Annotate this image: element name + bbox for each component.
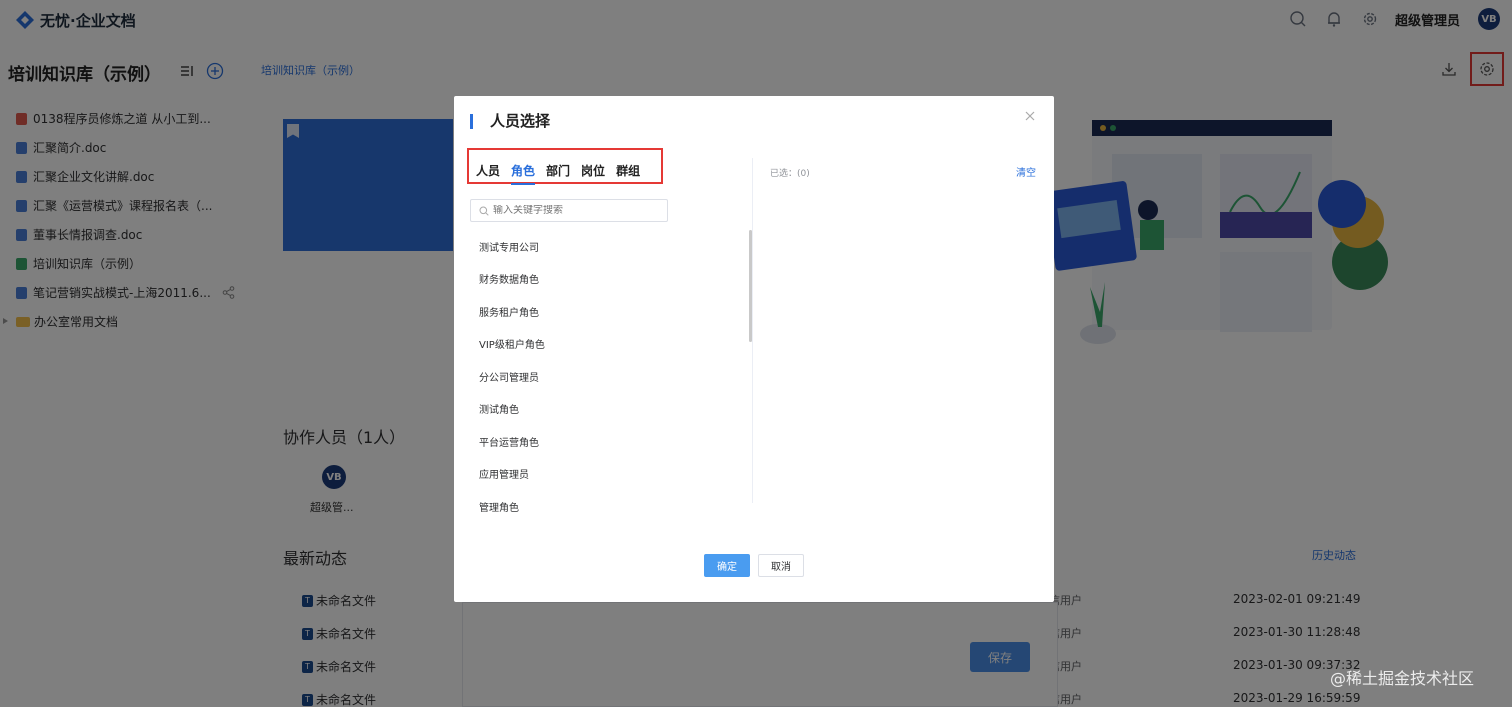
watermark: @稀土掘金技术社区 (1330, 669, 1475, 688)
close-icon[interactable] (1024, 110, 1036, 122)
role-item[interactable]: 应用管理员 (470, 458, 750, 491)
search-box[interactable] (470, 199, 668, 222)
tab-groups[interactable]: 群组 (616, 162, 640, 185)
person-select-dialog: 人员选择 人员 角色 部门 岗位 群组 测试专用公司 财务数据角色 服务租户角色… (454, 96, 1054, 602)
role-item[interactable]: 财务数据角色 (470, 263, 750, 296)
role-item[interactable]: 测试专用公司 (470, 230, 750, 263)
role-item[interactable]: 平台运营角色 (470, 425, 750, 458)
role-list: 测试专用公司 财务数据角色 服务租户角色 VIP级租户角色 分公司管理员 测试角… (470, 230, 750, 520)
clear-link[interactable]: 清空 (1016, 164, 1036, 179)
selected-count: 已选：(0) (770, 169, 810, 179)
tab-roles[interactable]: 角色 (511, 162, 536, 185)
panel-divider (752, 158, 753, 503)
search-input[interactable] (493, 205, 663, 216)
dialog-title: 人员选择 (490, 112, 551, 130)
cancel-button[interactable]: 取消 (758, 554, 804, 577)
type-tabs: 人员 角色 部门 岗位 群组 (476, 162, 640, 185)
role-item[interactable]: 管理角色 (470, 490, 750, 520)
tab-people[interactable]: 人员 (476, 162, 500, 185)
role-item[interactable]: 服务租户角色 (470, 295, 750, 328)
tab-departments[interactable]: 部门 (546, 162, 570, 185)
confirm-button[interactable]: 确定 (704, 554, 750, 577)
role-item[interactable]: VIP级租户角色 (470, 328, 750, 361)
tab-positions[interactable]: 岗位 (581, 162, 605, 185)
role-item[interactable]: 分公司管理员 (470, 360, 750, 393)
role-item[interactable]: 测试角色 (470, 393, 750, 426)
search-icon (479, 206, 489, 216)
title-accent-bar (470, 114, 473, 129)
